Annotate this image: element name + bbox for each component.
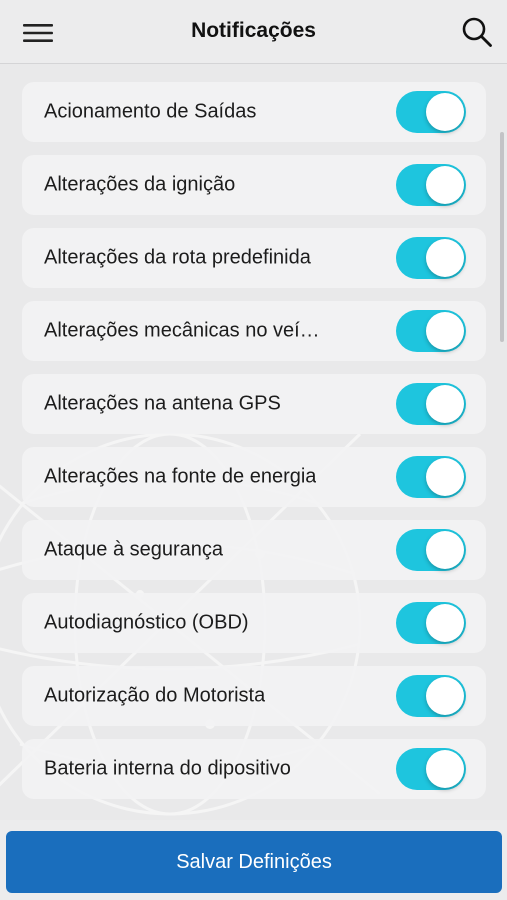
toggle-knob xyxy=(426,531,464,569)
notification-label: Alterações na fonte de energia xyxy=(44,465,317,488)
notification-toggle[interactable] xyxy=(396,164,466,206)
notification-toggle[interactable] xyxy=(396,456,466,498)
toggle-knob xyxy=(426,312,464,350)
notification-label: Autorização do Motorista xyxy=(44,684,266,707)
notification-toggle[interactable] xyxy=(396,383,466,425)
search-button[interactable] xyxy=(457,12,497,52)
toggle-knob xyxy=(426,750,464,788)
list-item: Alterações na fonte de energia xyxy=(22,447,486,507)
list-item: Alterações da rota predefinida xyxy=(22,228,486,288)
toggle-knob xyxy=(426,385,464,423)
notification-label: Acionamento de Saídas xyxy=(44,100,257,123)
list-item: Alterações da ignição xyxy=(22,155,486,215)
save-settings-button[interactable]: Salvar Definições xyxy=(6,831,502,893)
toggle-knob xyxy=(426,458,464,496)
page-title: Notificações xyxy=(191,19,316,42)
notification-toggle[interactable] xyxy=(396,602,466,644)
notification-label: Alterações mecânicas no veí… xyxy=(44,319,320,342)
scrollbar[interactable] xyxy=(500,132,504,342)
notification-toggle[interactable] xyxy=(396,529,466,571)
list-item: Autorização do Motorista xyxy=(22,666,486,726)
list-item: Ataque à segurança xyxy=(22,520,486,580)
list-item: Alterações mecânicas no veí… xyxy=(22,301,486,361)
notifications-list: Acionamento de Saídas Alterações da igni… xyxy=(22,82,486,812)
toggle-knob xyxy=(426,93,464,131)
notifications-list-area[interactable]: Acionamento de Saídas Alterações da igni… xyxy=(0,64,507,820)
list-item: Autodiagnóstico (OBD) xyxy=(22,593,486,653)
notification-label: Ataque à segurança xyxy=(44,538,224,561)
notification-toggle[interactable] xyxy=(396,675,466,717)
notification-toggle[interactable] xyxy=(396,91,466,133)
notification-label: Bateria interna do dipositivo xyxy=(44,757,291,780)
list-item: Bateria interna do dipositivo xyxy=(22,739,486,799)
footer-bar: Salvar Definições xyxy=(0,820,507,900)
toggle-knob xyxy=(426,166,464,204)
notification-toggle[interactable] xyxy=(396,237,466,279)
list-item: Acionamento de Saídas xyxy=(22,82,486,142)
notification-label: Alterações da rota predefinida xyxy=(44,246,311,269)
notification-label: Autodiagnóstico (OBD) xyxy=(44,611,249,634)
notification-toggle[interactable] xyxy=(396,748,466,790)
top-bar: Notificações xyxy=(0,0,507,64)
search-icon xyxy=(462,17,492,47)
notification-label: Alterações da ignição xyxy=(44,173,236,196)
toggle-knob xyxy=(426,239,464,277)
toggle-knob xyxy=(426,604,464,642)
notification-toggle[interactable] xyxy=(396,310,466,352)
list-item: Alterações na antena GPS xyxy=(22,374,486,434)
toggle-knob xyxy=(426,677,464,715)
notification-label: Alterações na antena GPS xyxy=(44,392,281,415)
